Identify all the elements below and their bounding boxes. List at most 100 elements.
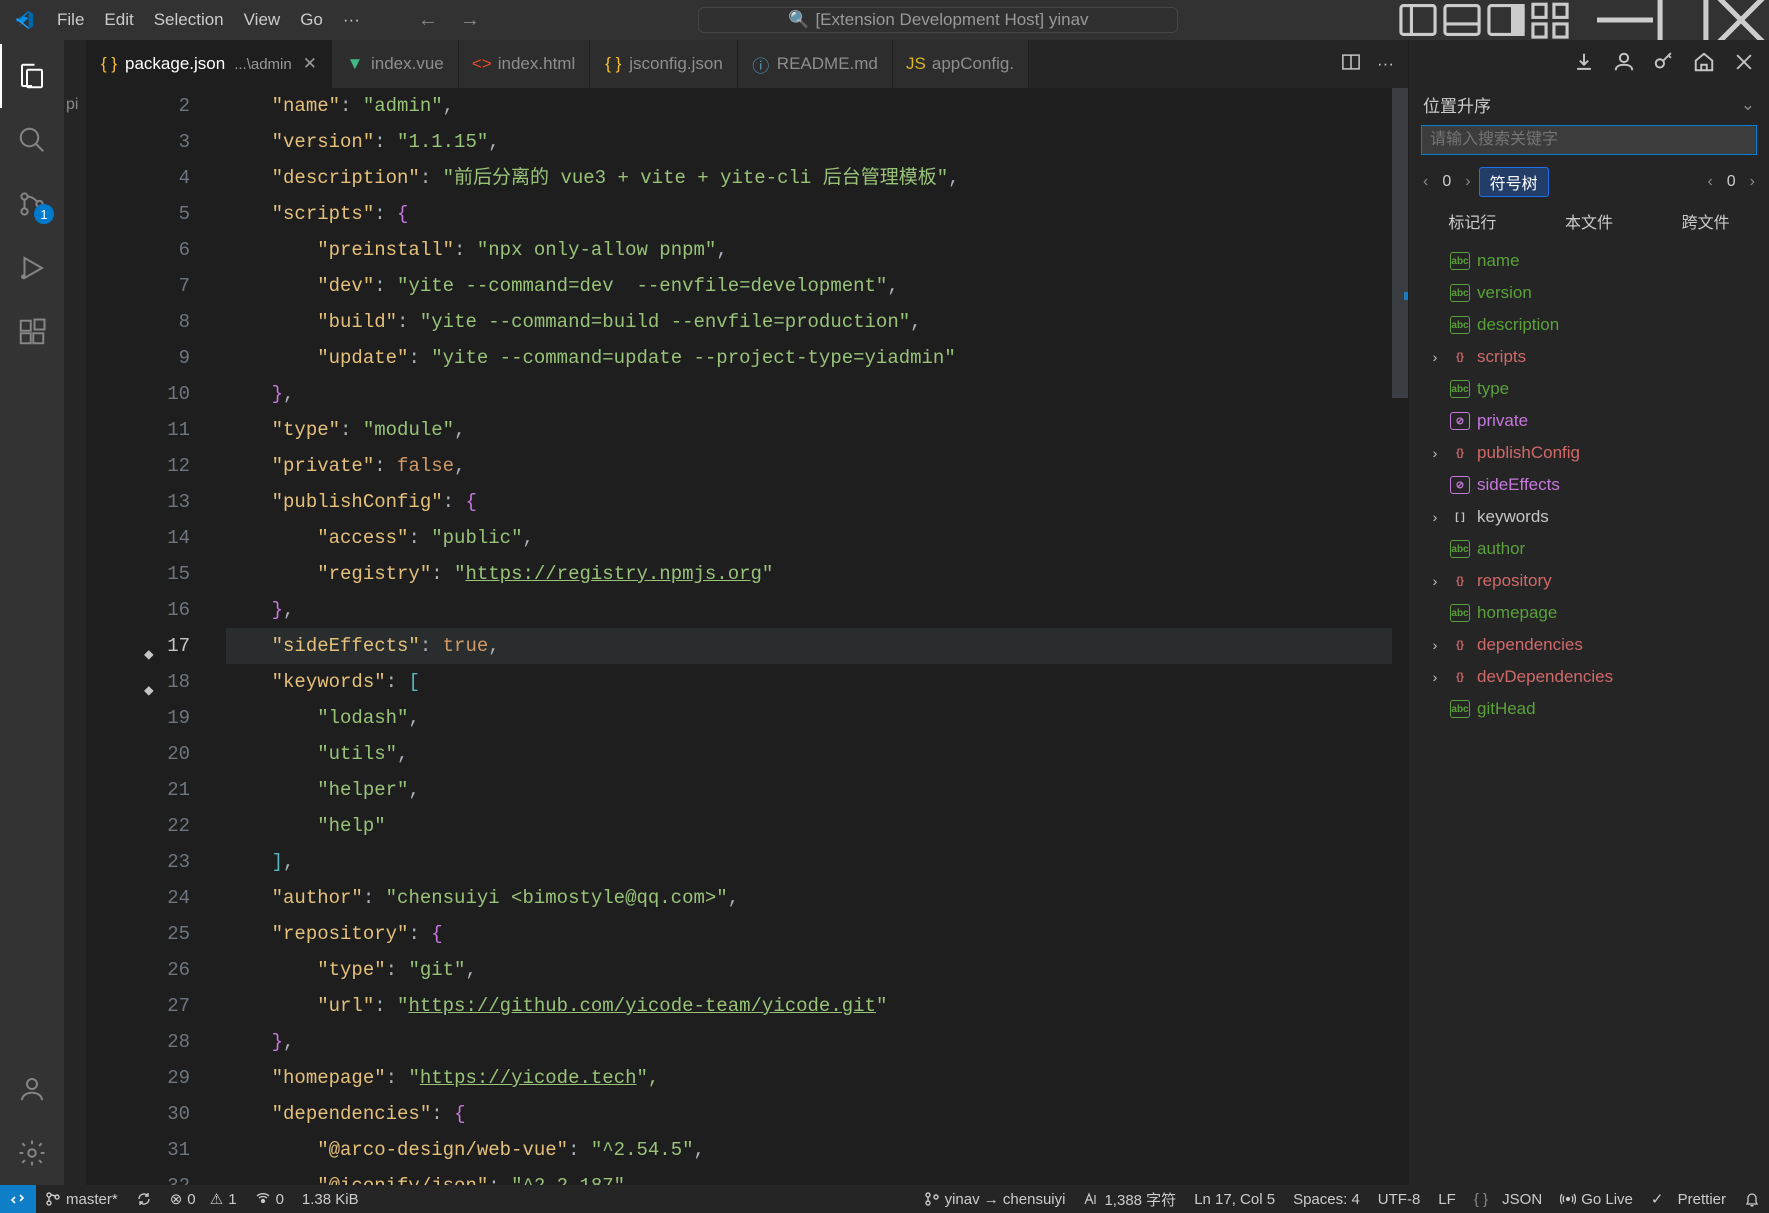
code-line[interactable]: "access": "public", — [226, 520, 1392, 556]
code-line[interactable]: "@arco-design/web-vue": "^2.54.5", — [226, 1132, 1392, 1168]
window-close[interactable] — [1713, 0, 1769, 40]
customize-layout-icon[interactable] — [1529, 0, 1571, 40]
code-editor[interactable]: "name": "admin", "version": "1.1.15", "d… — [220, 88, 1392, 1185]
status-branch[interactable]: master* — [36, 1185, 127, 1213]
chevron-left-icon[interactable]: ‹ — [1421, 173, 1430, 191]
outline-item-description[interactable]: abcdescription — [1409, 309, 1769, 341]
outline-search-input[interactable] — [1421, 125, 1757, 155]
status-cursor[interactable]: Ln 17, Col 5 — [1185, 1185, 1284, 1213]
outline-chip-symbols[interactable]: 符号树 — [1479, 167, 1549, 197]
status-spaces[interactable]: Spaces: 4 — [1284, 1185, 1369, 1213]
window-minimize[interactable] — [1597, 0, 1653, 40]
status-golive[interactable]: Go Live — [1551, 1185, 1642, 1213]
status-radio[interactable]: 0 — [246, 1185, 293, 1213]
status-problems[interactable]: 0 1 — [161, 1185, 246, 1213]
code-line[interactable]: "dependencies": { — [226, 1096, 1392, 1132]
outline-item-author[interactable]: abcauthor — [1409, 533, 1769, 565]
code-line[interactable]: "type": "git", — [226, 952, 1392, 988]
code-line[interactable]: "scripts": { — [226, 196, 1392, 232]
code-line[interactable]: "type": "module", — [226, 412, 1392, 448]
code-line[interactable]: "url": "https://github.com/yicode-team/y… — [226, 988, 1392, 1024]
close-icon[interactable]: ✕ — [303, 54, 317, 74]
code-line[interactable]: "description": "前后分离的 vue3 + vite + yite… — [226, 160, 1392, 196]
nav-forward-icon[interactable]: → — [460, 9, 480, 32]
layout-panel-bottom-icon[interactable] — [1441, 0, 1483, 40]
status-encoding[interactable]: UTF-8 — [1369, 1185, 1430, 1213]
layout-sidebar-left-icon[interactable] — [1397, 0, 1439, 40]
outline-item-devDependencies[interactable]: ›{}devDependencies — [1409, 661, 1769, 693]
activity-explorer[interactable] — [0, 44, 64, 108]
code-line[interactable]: "name": "admin", — [226, 88, 1392, 124]
status-prettier[interactable]: ✓ Prettier — [1642, 1185, 1735, 1213]
status-remote[interactable] — [0, 1185, 36, 1213]
menu-more[interactable]: ··· — [333, 0, 370, 40]
menu-file[interactable]: File — [47, 0, 94, 40]
code-line[interactable]: "dev": "yite --command=dev --envfile=dev… — [226, 268, 1392, 304]
code-line[interactable]: "homepage": "https://yicode.tech", — [226, 1060, 1392, 1096]
tab-jsconfig-json[interactable]: { } jsconfig.json — [590, 40, 738, 88]
menu-selection[interactable]: Selection — [144, 0, 234, 40]
split-editor-icon[interactable] — [1341, 52, 1361, 77]
code-line[interactable]: ], — [226, 844, 1392, 880]
code-line[interactable]: "keywords": [ — [226, 664, 1392, 700]
tab-package-json[interactable]: { } package.json ...\admin ✕ — [86, 40, 332, 88]
outline-item-gitHead[interactable]: abcgitHead — [1409, 693, 1769, 725]
outline-download-icon[interactable] — [1573, 51, 1595, 78]
menu-edit[interactable]: Edit — [94, 0, 143, 40]
outline-item-dependencies[interactable]: ›{}dependencies — [1409, 629, 1769, 661]
code-line[interactable]: "repository": { — [226, 916, 1392, 952]
outline-item-version[interactable]: abcversion — [1409, 277, 1769, 309]
status-notifications[interactable] — [1735, 1185, 1769, 1213]
code-line[interactable]: "update": "yite --command=update --proje… — [226, 340, 1392, 376]
menu-view[interactable]: View — [234, 0, 291, 40]
code-line[interactable]: "preinstall": "npx only-allow pnpm", — [226, 232, 1392, 268]
status-language[interactable]: { } JSON — [1465, 1185, 1551, 1213]
outline-item-homepage[interactable]: abchomepage — [1409, 597, 1769, 629]
more-actions-icon[interactable]: ··· — [1377, 54, 1394, 74]
window-maximize[interactable] — [1655, 0, 1711, 40]
outline-close-icon[interactable] — [1733, 51, 1755, 78]
code-line[interactable]: "registry": "https://registry.npmjs.org" — [226, 556, 1392, 592]
code-line[interactable]: "author": "chensuiyi <bimostyle@qq.com>"… — [226, 880, 1392, 916]
outline-item-private[interactable]: ⊘private — [1409, 405, 1769, 437]
code-line[interactable]: "lodash", — [226, 700, 1392, 736]
code-line[interactable]: "private": false, — [226, 448, 1392, 484]
code-line[interactable]: }, — [226, 1024, 1392, 1060]
tab-index-html[interactable]: <> index.html — [459, 40, 590, 88]
activity-extensions[interactable] — [0, 300, 64, 364]
outline-tab-crossfile[interactable]: 跨文件 — [1682, 209, 1730, 233]
tab-appconfig[interactable]: JS appConfig. — [893, 40, 1029, 88]
outline-item-publishConfig[interactable]: ›{}publishConfig — [1409, 437, 1769, 469]
outline-tab-thisfile[interactable]: 本文件 — [1565, 209, 1613, 233]
code-line[interactable]: "helper", — [226, 772, 1392, 808]
tab-index-vue[interactable]: ▼ index.vue — [332, 40, 459, 88]
code-line[interactable]: "help" — [226, 808, 1392, 844]
menu-go[interactable]: Go — [290, 0, 333, 40]
outline-account-icon[interactable] — [1613, 51, 1635, 78]
outline-item-sideEffects[interactable]: ⊘sideEffects — [1409, 469, 1769, 501]
activity-search[interactable] — [0, 108, 64, 172]
outline-item-name[interactable]: abcname — [1409, 245, 1769, 277]
activity-run-debug[interactable] — [0, 236, 64, 300]
activity-source-control[interactable]: 1 — [0, 172, 64, 236]
command-center[interactable]: 🔍 [Extension Development Host] yinav — [698, 7, 1178, 33]
outline-item-repository[interactable]: ›{}repository — [1409, 565, 1769, 597]
overview-ruler[interactable] — [1392, 88, 1408, 1185]
code-line[interactable]: "sideEffects": true, — [226, 628, 1392, 664]
outline-item-type[interactable]: abctype — [1409, 373, 1769, 405]
outline-key-icon[interactable] — [1653, 51, 1675, 78]
code-line[interactable]: "build": "yite --command=build --envfile… — [226, 304, 1392, 340]
outline-sort[interactable]: 位置升序 ⌄ — [1409, 88, 1769, 125]
outline-item-keywords[interactable]: ›[ ]keywords — [1409, 501, 1769, 533]
chevron-right-icon[interactable]: › — [1748, 173, 1757, 191]
activity-settings[interactable] — [0, 1121, 64, 1185]
code-line[interactable]: }, — [226, 376, 1392, 412]
code-line[interactable]: "@iconify/json": "^2.2.187", — [226, 1168, 1392, 1185]
outline-home-icon[interactable] — [1693, 51, 1715, 78]
code-line[interactable]: "publishConfig": { — [226, 484, 1392, 520]
status-eol[interactable]: LF — [1429, 1185, 1465, 1213]
outline-item-scripts[interactable]: ›{}scripts — [1409, 341, 1769, 373]
activity-accounts[interactable] — [0, 1057, 64, 1121]
chevron-left-icon[interactable]: ‹ — [1705, 173, 1714, 191]
code-line[interactable]: "utils", — [226, 736, 1392, 772]
